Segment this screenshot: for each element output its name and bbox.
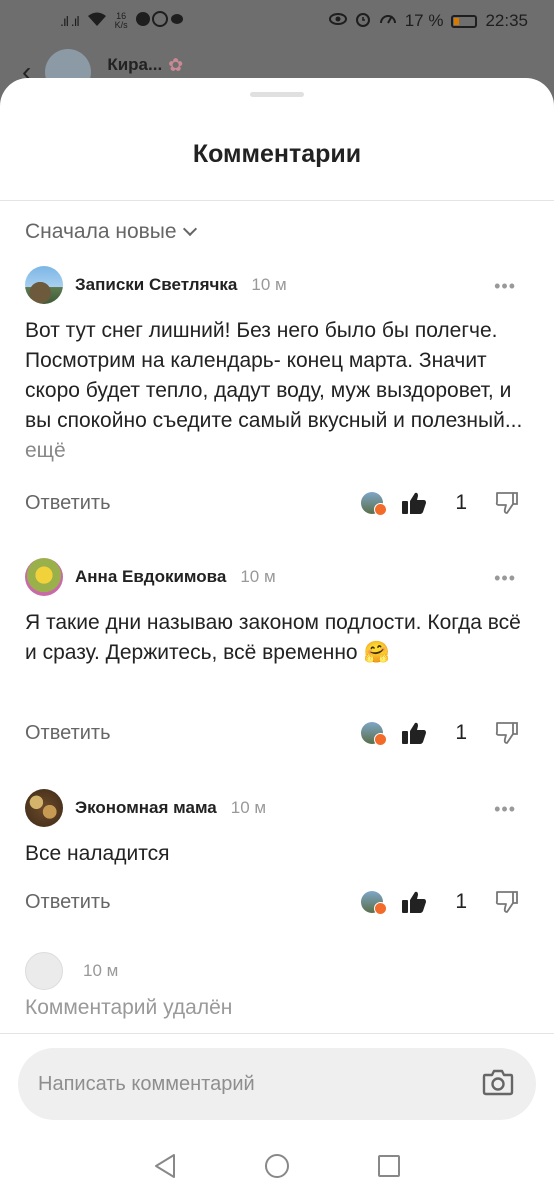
reactor-avatar bbox=[361, 891, 388, 915]
flower-icon: ✿ bbox=[168, 54, 184, 75]
comment-header: Экономная мама 10 м bbox=[25, 789, 266, 827]
thumbs-up-icon[interactable] bbox=[401, 721, 427, 745]
avatar[interactable] bbox=[25, 558, 63, 596]
eye-icon bbox=[328, 11, 347, 31]
thumbs-down-icon[interactable] bbox=[495, 721, 519, 745]
chat-app-icon bbox=[135, 10, 184, 32]
comment-input[interactable] bbox=[38, 1072, 482, 1096]
home-circle-icon[interactable] bbox=[264, 1153, 290, 1184]
network-speed: 16 K/s bbox=[114, 11, 128, 30]
system-navigation-bar bbox=[0, 1136, 554, 1200]
like-count: 1 bbox=[455, 491, 467, 514]
clock-time: 22:35 bbox=[485, 11, 528, 30]
comment-input-bar bbox=[18, 1048, 536, 1120]
page-title: Комментарии bbox=[192, 140, 362, 168]
divider bbox=[0, 200, 554, 201]
comments-sheet: Комментарии Сначала новые Записки Светля… bbox=[0, 78, 554, 1200]
thumbs-up-icon[interactable] bbox=[401, 491, 427, 515]
avatar[interactable] bbox=[25, 266, 63, 304]
comment-header: Анна Евдокимова 10 м bbox=[25, 558, 276, 596]
more-dots-icon[interactable]: ••• bbox=[494, 276, 516, 297]
battery-saver-icon bbox=[379, 11, 397, 32]
comment-text: Все наладится bbox=[25, 842, 170, 865]
battery-percent: 17 % bbox=[404, 11, 444, 30]
reactor-avatar bbox=[361, 722, 388, 746]
hug-emoji-icon: 🤗 bbox=[363, 641, 390, 664]
comment-time: 10 м bbox=[230, 798, 267, 817]
reactor-avatar bbox=[361, 492, 388, 516]
back-triangle-icon[interactable] bbox=[153, 1153, 177, 1184]
like-count: 1 bbox=[455, 721, 467, 744]
comment-time: 10 м bbox=[251, 275, 287, 294]
deleted-comment-text: Комментарий удалён bbox=[25, 996, 233, 1019]
wifi-icon bbox=[87, 11, 107, 32]
comment-time: 10 м bbox=[240, 567, 276, 586]
sort-dropdown[interactable]: Сначала новые bbox=[25, 220, 197, 244]
divider bbox=[0, 1033, 554, 1034]
sort-label: Сначала новые bbox=[25, 220, 177, 243]
comment-author[interactable]: Записки Светлячка bbox=[75, 275, 237, 295]
comment-actions: Ответить 1 bbox=[25, 887, 519, 917]
like-count: 1 bbox=[455, 890, 467, 913]
comment-actions: Ответить 1 bbox=[25, 718, 519, 748]
reply-button[interactable]: Ответить bbox=[25, 891, 111, 914]
more-dots-icon[interactable]: ••• bbox=[494, 799, 516, 820]
comment-text: Я такие дни называю законом подлости. Ко… bbox=[25, 611, 521, 664]
channel-name: Кира... bbox=[107, 55, 163, 74]
recents-square-icon[interactable] bbox=[377, 1154, 401, 1183]
show-more-link[interactable]: ещё bbox=[25, 439, 66, 462]
signal-icon: .ıl .ıl bbox=[60, 13, 80, 29]
thumbs-down-icon[interactable] bbox=[495, 890, 519, 914]
camera-icon[interactable] bbox=[482, 1068, 514, 1101]
comment-text: Вот тут снег лишний! Без него было бы по… bbox=[25, 319, 523, 462]
comment-actions: Ответить 1 bbox=[25, 488, 519, 518]
thumbs-up-icon[interactable] bbox=[401, 890, 427, 914]
comment-author[interactable]: Экономная мама bbox=[75, 798, 217, 818]
reply-button[interactable]: Ответить bbox=[25, 492, 111, 515]
more-dots-icon[interactable]: ••• bbox=[494, 568, 516, 589]
avatar bbox=[25, 952, 63, 990]
status-bar: .ıl .ıl 16 K/s 17 % 22:35 bbox=[0, 0, 554, 42]
avatar[interactable] bbox=[25, 789, 63, 827]
alarm-icon bbox=[355, 11, 371, 32]
comment-time: 10 м bbox=[83, 961, 119, 980]
comment-author[interactable]: Анна Евдокимова bbox=[75, 567, 226, 587]
thumbs-down-icon[interactable] bbox=[495, 491, 519, 515]
battery-icon bbox=[451, 14, 478, 28]
drag-handle[interactable] bbox=[250, 92, 304, 97]
reply-button[interactable]: Ответить bbox=[25, 722, 111, 745]
comment-header: Записки Светлячка 10 м bbox=[25, 266, 287, 304]
comment-header: 10 м bbox=[25, 952, 118, 990]
chevron-down-icon bbox=[182, 221, 197, 237]
